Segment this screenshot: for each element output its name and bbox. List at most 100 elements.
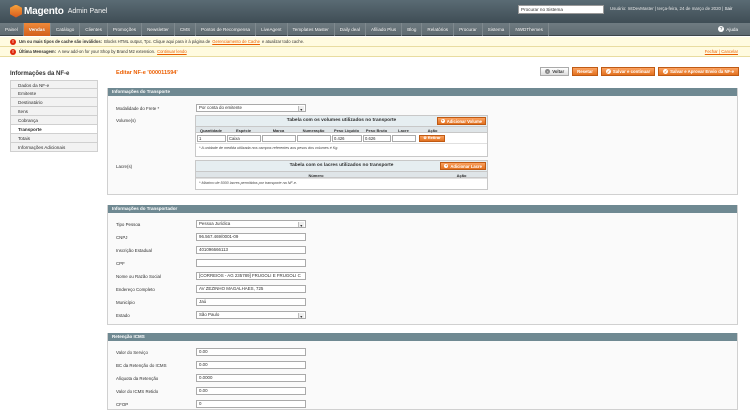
sidebar-item-cobranca[interactable]: Cobrança [10,116,98,125]
field-label: Tipo Pessoa [116,222,141,227]
help-link[interactable]: ? Ajuda [718,26,738,32]
sidebar-item-totais[interactable]: Totais [10,134,98,143]
add-volume-button[interactable]: + Adicionar Volume [436,117,486,125]
field-value: 0.00 [199,349,208,354]
nav-item-promocoes[interactable]: Promoções [108,22,143,36]
latest-message: ! Última Mensagem: A new add-on for your… [0,47,750,57]
field-select[interactable]: Pessoa Jurídica ▼ [196,220,306,228]
sidebar-item-informacoes-adicionais[interactable]: Informações Adicionais [10,143,98,152]
icms-retention-section-title: Retenção ICMS [108,333,737,341]
admin-header: Magento Admin Panel Procurar no Sistema … [0,0,750,23]
seal-input[interactable] [392,134,416,142]
field-input[interactable]: 0.0000 [196,374,306,382]
chevron-down-icon: ▼ [299,108,303,112]
species-input[interactable]: Caixa [227,134,261,142]
add-volume-label: Adicionar Volume [446,118,482,124]
magento-logo-icon [10,4,22,18]
sidebar-item-emitente[interactable]: Emitente [10,89,98,98]
field-input[interactable]: [CORREIOS - AG 235789] FRUGOLI E FRUGOLI… [196,272,306,280]
latest-message-text: A new add-on for your Shop by Brand M2 e… [58,49,156,54]
field-select[interactable]: São Paulo ▼ [196,311,306,319]
logo-text: Magento [24,5,64,17]
nav-item-pontos-de-recompensa[interactable]: Pontos de Recompensa [196,22,257,36]
nav-item-afiliado-plus[interactable]: Afiliado Plus [366,22,403,36]
volumes-note: * A unidade de medida utilizada nos camp… [196,143,487,152]
save-icon: ✓ [605,69,611,74]
save-continue-button[interactable]: ✓ Salvar e continuar [600,67,656,76]
field-input[interactable]: 0.00 [196,387,306,395]
nav-item-procurar[interactable]: Procurar [454,22,483,36]
field-value: AV ZEZINHO MAGALHAES, 725 [199,286,264,291]
nav-item-clientes[interactable]: Clientes [80,22,108,36]
volumes-table-title-text: Tabela com os volumes utilizados no tran… [286,118,397,123]
nav-item-painel[interactable]: Painel [0,22,24,36]
volumes-label: Volume(s) [116,118,136,123]
global-search-input[interactable]: Procurar no Sistema [518,5,604,14]
action-buttons: ‹ Voltar Resetar ✓ Salvar e continuar ✓ Sal… [540,67,739,76]
net-weight-input[interactable]: 0.426 [332,134,362,142]
nav-item-daily-deal[interactable]: Daily deal [335,22,366,36]
back-button[interactable]: ‹ Voltar [540,67,570,76]
sidebar-item-dados-da-nf-e[interactable]: Dados da NF-e [10,80,98,89]
nav-item-catalogo[interactable]: Catálogo [51,22,81,36]
sidebar-item-destinatario[interactable]: Destinatário [10,98,98,107]
numbering-input[interactable] [297,134,331,142]
error-icon: ! [10,38,16,45]
cache-warning-tail: e atualizar todo cache. [261,39,305,44]
nav-item-sistema[interactable]: Sistema [483,22,511,36]
field-input[interactable]: 0.00 [196,361,306,369]
nav-item-templates-master[interactable]: Templates Master [288,22,335,36]
volumes-table: Tabela com os volumes utilizados no tran… [195,115,488,157]
save-approve-button[interactable]: ✓ Salvar e Aprovar Envio da NF-e [658,67,739,76]
field-label: CNPJ [116,235,128,240]
field-label: CPF [116,261,125,266]
nav-item-liveagent[interactable]: LiveAgent [256,22,288,36]
nav-item-relatorios[interactable]: Relatórios [422,22,455,36]
field-label: BC da Retenção do ICMS [116,363,167,368]
close-message-link[interactable]: Fechar | Cancelar [705,47,738,57]
field-input[interactable]: Jaú [196,298,306,306]
save-continue-label: Salvar e continuar [612,68,651,74]
cache-management-link[interactable]: Gerenciamento de Cache [212,39,260,44]
field-label: CFOP [116,402,129,407]
freight-modality-select[interactable]: Por conta do emitente ▼ [196,104,306,112]
quantity-input[interactable]: 1 [197,134,226,142]
magento-logo[interactable]: Magento Admin Panel [10,4,107,18]
field-value: 0 [199,401,202,406]
nav-item-cms[interactable]: CMS [175,22,197,36]
plus-icon: + [440,119,445,123]
user-info: Usuário: IntDevMaster | terça-feira, 24 … [610,6,733,11]
field-input[interactable]: AV ZEZINHO MAGALHAES, 725 [196,285,306,293]
field-input[interactable]: 0.00 [196,348,306,356]
reset-button[interactable]: Resetar [572,67,598,76]
nav-item-vendas[interactable]: Vendas [23,22,51,36]
field-value: 0.0000 [199,375,213,380]
logout-link[interactable]: Sair [725,6,733,11]
nfe-sidebar: Informações da NF-e Dados da NF-e Emitent… [10,68,98,152]
freight-modality-value: Por conta do emitente [199,105,242,110]
field-input[interactable]: 96.567.469/0001-09 [196,233,306,241]
field-input[interactable]: 401096666113 [196,246,306,254]
back-arrow-icon: ‹ [545,69,551,74]
nav-item-blog[interactable]: Blog [402,22,423,36]
field-label: Alíquota da Retenção [116,376,159,381]
user-prefix: Usuário: [610,6,627,11]
plus-icon: + [444,164,449,168]
field-input[interactable]: 0 [196,400,306,408]
brand-input[interactable] [262,134,296,142]
gross-weight-input[interactable]: 0.626 [363,134,391,142]
sidebar-item-itens[interactable]: Itens [10,107,98,116]
remove-volume-label: Retirar [427,135,441,140]
carrier-section: Informações do Transportador Tipo Pessoa… [107,205,738,325]
nav-item-nwdthemes[interactable]: NWDThemes [510,22,549,36]
field-input[interactable] [196,259,306,267]
add-seal-button[interactable]: + Adicionar Lacre [440,162,486,170]
read-more-link[interactable]: Continuar lendo [157,49,187,54]
sidebar-item-transporte[interactable]: Transporte [10,125,98,134]
nav-item-newsletter[interactable]: Newsletter [142,22,175,36]
field-value: 0.00 [199,388,208,393]
field-value: 401096666113 [199,247,228,252]
remove-volume-button[interactable]: ⊗ Retirar [419,134,445,142]
cache-warning-message: ! Um ou mais tipos de cache são inválido… [0,37,750,47]
logo-subtitle: Admin Panel [67,7,108,15]
